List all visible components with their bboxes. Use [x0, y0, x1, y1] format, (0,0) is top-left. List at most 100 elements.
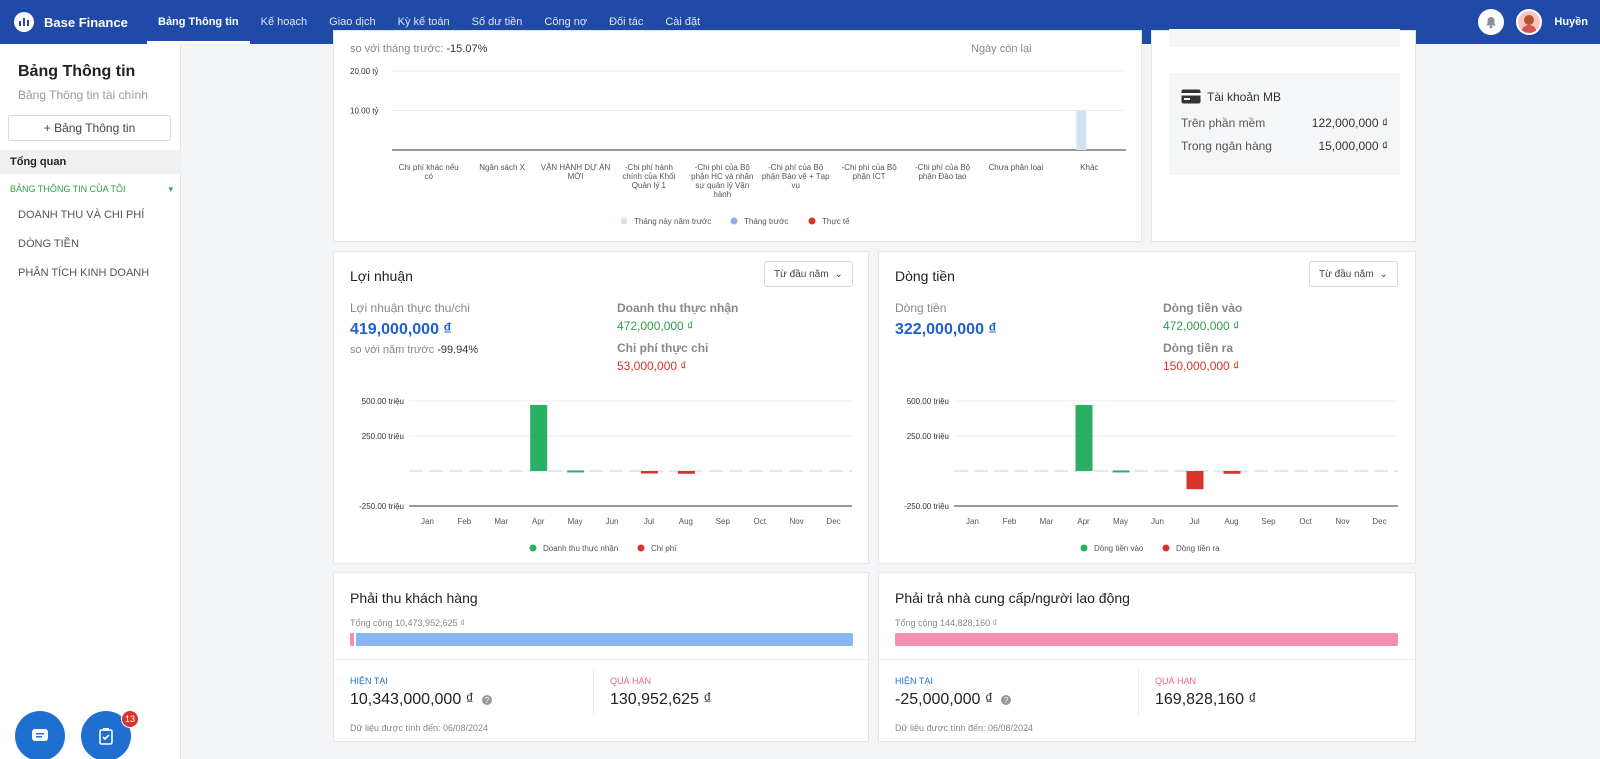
y-tick-label: 20.00 tỷ	[350, 67, 378, 76]
bell-icon[interactable]	[1478, 9, 1505, 35]
payable-overdue-value: 169,828,160 ₫	[1155, 691, 1257, 708]
caret-down-icon: ▾	[168, 184, 173, 194]
receivable-progress-bar	[350, 633, 853, 646]
help-icon[interactable]: ?	[481, 695, 492, 705]
x-tick-label: Oct	[1299, 517, 1312, 526]
x-tick-label: Mar	[494, 517, 508, 526]
x-tick-label: Khác	[1080, 163, 1098, 172]
cash-chart: 500.00 triệu 250.00 triệu -250.00 triệu Jan…	[904, 397, 1398, 553]
y-tick-label: 250.00 triệu	[907, 432, 949, 441]
receivable-title: Phải thu khách hàng	[350, 590, 478, 606]
y-tick-label: 250.00 triệu	[362, 432, 404, 441]
divider	[879, 659, 1417, 660]
nav-dashboard[interactable]: Bảng Thông tin	[147, 0, 250, 44]
cash-flow-card: Dòng tiền Từ đầu năm ⌄ Dòng tiền 322,000…	[878, 251, 1416, 564]
legend-label: Dòng tiền vào	[1094, 544, 1144, 553]
sidebar: Bảng Thông tin Bảng Thông tin tài chính …	[0, 44, 181, 759]
legend-dot	[529, 544, 537, 552]
sidebar-group-my-dashboards[interactable]: BẢNG THÔNG TIN CỦA TÔI ▾	[10, 184, 173, 195]
x-tick-label: -Chi phí của Bộ	[768, 163, 824, 172]
x-tick-label: Jul	[1189, 517, 1199, 526]
brand-name: Base Finance	[44, 14, 128, 30]
y-tick-label: 500.00 triệu	[362, 397, 404, 406]
divider	[593, 669, 594, 717]
payable-total: Tổng cộng 144,828,160 ₫	[895, 618, 998, 628]
sidebar-group-label: BẢNG THÔNG TIN CỦA TÔI	[10, 184, 126, 194]
x-tick-label: MỚI	[568, 172, 584, 181]
x-tick-label: Chi phí khác nếu	[399, 163, 459, 172]
y-tick-label: 500.00 triệu	[907, 397, 949, 406]
x-tick-label: hành	[713, 190, 731, 199]
x-tick-label: Jan	[421, 517, 434, 526]
logo-icon	[14, 12, 34, 32]
x-tick-label: Apr	[1077, 517, 1090, 526]
bar-Tháng này năm trước	[1076, 110, 1087, 150]
legend-label: Thực tế	[822, 217, 850, 226]
bar-Doanh thu thực nhận	[530, 404, 548, 471]
x-tick-label: Sep	[716, 517, 731, 526]
sidebar-item-cash-flow[interactable]: DÒNG TIỀN	[18, 238, 79, 250]
sidebar-item-overview[interactable]: Tổng quan	[0, 150, 181, 174]
expense-by-category-card: so với tháng trước: -15.07% Ngày còn lại…	[333, 30, 1142, 242]
x-tick-label: Jun	[606, 517, 619, 526]
x-tick-label: Jun	[1151, 517, 1164, 526]
divider	[334, 659, 870, 660]
legend-label: Tháng này năm trước	[634, 217, 711, 226]
x-tick-label: Aug	[1224, 517, 1238, 526]
legend-label: Dòng tiền ra	[1176, 544, 1220, 553]
legend-label: Tháng trước	[744, 217, 788, 226]
x-tick-label: Chưa phân loại	[989, 163, 1044, 172]
bank-box-top	[1169, 29, 1400, 47]
bank-account-name: Tài khoản MB	[1207, 89, 1282, 104]
legend-dot	[730, 217, 738, 225]
chat-button[interactable]	[15, 711, 65, 759]
bar-Dòng tiền vào	[1112, 470, 1130, 473]
payable-current-value: -25,000,000 ₫	[895, 691, 994, 708]
sidebar-subtitle: Bảng Thông tin tài chính	[18, 88, 148, 102]
receivable-footer: Dữ liệu được tính đến: 06/08/2024	[350, 723, 489, 733]
receivable-card: Phải thu khách hàng Tổng cộng 10,473,952…	[333, 572, 870, 742]
profit-chart: 500.00 triệu 250.00 triệu -250.00 triệu Jan…	[359, 397, 852, 553]
bank-row-software-label: Trên phần mềm	[1181, 116, 1266, 130]
help-icon[interactable]: ?	[1001, 695, 1012, 705]
nav-plan[interactable]: Kế hoạch	[250, 0, 318, 44]
x-tick-label: phận Bảo vệ + Tạp	[762, 172, 830, 181]
x-tick-label: Feb	[1003, 517, 1017, 526]
avatar[interactable]	[1516, 9, 1543, 35]
bank-account-header: Tài khoản MB	[1181, 89, 1281, 104]
y-tick-label: -250.00 triệu	[904, 502, 949, 511]
payable-overdue-label: QUÁ HẠN	[1155, 676, 1197, 686]
payable-current: -25,000,000 ₫ ?	[895, 691, 1012, 709]
receivable-overdue-label: QUÁ HẠN	[610, 676, 652, 686]
bank-row-bank-value: 15,000,000 ₫	[1318, 139, 1388, 153]
bank-row-software-value: 122,000,000 ₫	[1311, 116, 1388, 130]
legend-label: Chi phí	[651, 544, 677, 553]
x-tick-label: phận HC và nhân	[691, 172, 753, 181]
receivable-current: 10,343,000,000 ₫ ?	[350, 691, 492, 709]
x-tick-label: phận Đào tạo	[918, 172, 967, 181]
bar-Doanh thu thực nhận	[567, 470, 585, 473]
profit-card: Lợi nhuận Từ đầu năm ⌄ Lợi nhuận thực th…	[333, 251, 869, 564]
x-tick-label: Apr	[532, 517, 545, 526]
x-tick-label: Ngân sách X	[479, 163, 525, 172]
sidebar-item-business-analysis[interactable]: PHÂN TÍCH KINH DOANH	[18, 267, 149, 279]
bar-Dòng tiền vào	[1075, 404, 1093, 471]
x-tick-label: phận ICT	[853, 172, 886, 181]
payable-progress-bar	[895, 633, 1398, 646]
x-tick-label: có	[424, 172, 433, 181]
payable-card: Phải trả nhà cung cấp/người lao động Tổn…	[878, 572, 1417, 742]
x-tick-label: VẬN HÀNH DỰ ÁN	[541, 163, 611, 172]
x-tick-label: sự quản lý Vận	[695, 181, 749, 190]
x-tick-label: Dec	[1372, 517, 1386, 526]
x-tick-label: -Chi phí của Bộ	[695, 163, 751, 172]
expense-chart: 20.00 tỷ 10.00 tỷ Chi phí khác nếucó Ngân s…	[350, 67, 1126, 226]
add-dashboard-button[interactable]: + Bảng Thông tin	[8, 115, 171, 141]
x-tick-label: -Chi phí của Bộ	[915, 163, 971, 172]
sidebar-item-revenue-expense[interactable]: DOANH THU VÀ CHI PHÍ	[18, 209, 144, 221]
brand[interactable]: Base Finance	[0, 12, 147, 32]
credit-card-icon	[1181, 89, 1201, 104]
receivable-overdue-fill	[350, 633, 357, 646]
username[interactable]: Huyền	[1554, 16, 1588, 28]
payable-title: Phải trả nhà cung cấp/người lao động	[895, 590, 1130, 606]
legend-dot	[620, 217, 628, 225]
